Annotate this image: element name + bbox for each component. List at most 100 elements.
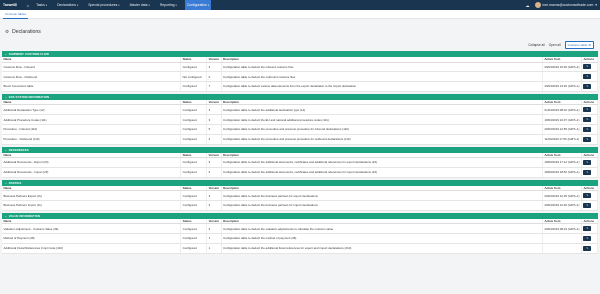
cell-active-from <box>542 233 582 244</box>
nav-reporting[interactable]: Reporting ▾ <box>158 0 179 10</box>
section-title: PARTIES <box>8 180 22 185</box>
cell-description: Configuration table to deduct the inboun… <box>221 62 543 73</box>
cell-active-from: 18/09/2019 18:52 (GMT+1) <box>542 167 582 178</box>
nav-configuration[interactable]: Configuration ▾ <box>184 0 212 10</box>
table-row[interactable]: Procedure - Inbound (110) Configured 5 Conf… <box>2 124 599 135</box>
table-row[interactable]: Additional Documents - Export (23) Config… <box>2 157 599 168</box>
edit-icon[interactable]: ✎ <box>583 126 592 132</box>
edit-icon[interactable]: ✎ <box>583 83 592 89</box>
section-title: SHIPMENT CUSTOMS FLOW <box>8 52 50 56</box>
edit-icon[interactable]: ✎ <box>583 117 592 123</box>
cell-name: Additional Documents - Export (23) <box>2 157 182 168</box>
sections-container: − SHIPMENT CUSTOMS FLOW Name Status Version D… <box>0 51 600 254</box>
cell-version: 3 <box>206 223 222 235</box>
collapse-all-link[interactable]: Collapse all <box>528 43 544 47</box>
cell-name: Business Partners Import (3x) <box>2 200 182 211</box>
table-row[interactable]: Business Partners Import (3x) Configured 3… <box>2 200 599 211</box>
table-row[interactable]: Customs Flow - Outbound Not configured 0 Co… <box>2 71 599 83</box>
edit-icon[interactable]: ✎ <box>583 193 592 199</box>
config-section: − EXS SYSTEM INFORMATION Name Status Version… <box>2 93 599 145</box>
cell-name: Brexit Conversion table <box>2 81 182 92</box>
edit-icon[interactable]: ✎ <box>583 107 592 113</box>
config-table: Name Status Version Description Active from A… <box>2 152 599 178</box>
home-icon[interactable]: ⌂ <box>27 3 29 8</box>
config-table: Name Status Version Description Active from A… <box>2 185 599 211</box>
cell-version: 3 <box>206 62 222 73</box>
cell-version: 1 <box>206 233 222 244</box>
avatar[interactable] <box>534 2 541 8</box>
cell-actions: ✎ <box>581 157 599 168</box>
table-row[interactable]: Additional Documents - Import (23) Config… <box>2 167 599 178</box>
cell-status: Configured <box>180 81 208 92</box>
cell-version: 1 <box>206 243 222 254</box>
cell-active-from <box>542 243 582 254</box>
cell-actions: ✎ <box>581 62 599 73</box>
nav-configuration-label: Configuration <box>186 3 207 7</box>
collapse-icon: − <box>5 147 7 152</box>
table-row[interactable]: Additional Procedure Codes (111) Configur… <box>2 114 599 125</box>
cell-version: 3 <box>206 190 222 201</box>
cell-description: Configuration table to deduct the valuat… <box>221 223 543 235</box>
app-logo[interactable]: TaxwellⅡ <box>3 3 17 7</box>
cell-name: Method of Payment (48) <box>2 233 182 244</box>
user-email[interactable]: tom.manns@customsoftrade.com <box>543 3 594 7</box>
cell-description: Configuration table to deduct various da… <box>221 81 543 92</box>
chevron-down-icon: ▾ <box>118 3 120 7</box>
table-row[interactable]: Valuation Adjustment - Customs Value (49… <box>2 223 599 235</box>
cell-name: Additional Fiscal References Cmpl Code (… <box>2 243 182 254</box>
tab-common-tables[interactable]: Common tables <box>3 10 29 19</box>
toolbar: Collapse all Open all Customs table ⚙ <box>0 41 600 49</box>
edit-icon[interactable]: ✎ <box>583 169 592 175</box>
edit-icon[interactable]: ✎ <box>583 136 592 142</box>
cell-actions: ✎ <box>581 81 599 92</box>
section-title: EXS SYSTEM INFORMATION <box>8 94 50 99</box>
cell-description: Configuration table to deduct the EU and… <box>221 114 543 125</box>
edit-icon[interactable]: ✎ <box>583 159 592 165</box>
config-table: Name Status Version Description Active from A… <box>2 57 599 92</box>
cell-active-from: 18/09/2019 17:12 (GMT+1) <box>542 157 582 168</box>
cell-version: 7 <box>206 81 222 92</box>
customs-table-button[interactable]: Customs table ⚙ <box>564 41 594 49</box>
cell-name: Customs Flow - Outbound <box>2 71 182 83</box>
cloud-icon[interactable]: ☁ <box>526 3 530 8</box>
table-row[interactable]: Additional Fiscal References Cmpl Code (… <box>2 243 599 254</box>
cell-status: Configured <box>180 223 208 235</box>
nav-tasks[interactable]: Tasks ▾ <box>34 0 49 10</box>
edit-icon[interactable]: ✎ <box>583 245 592 251</box>
nav-special-procedures[interactable]: Special procedures ▾ <box>86 0 121 10</box>
table-row[interactable]: Additional Declaration Type (12) Configur… <box>2 104 599 116</box>
cell-status: Configured <box>180 233 208 244</box>
edit-icon[interactable]: ✎ <box>583 74 592 80</box>
cell-name: Customs Flow - Inbound <box>2 62 182 73</box>
section-title: REFERENCES <box>8 147 29 152</box>
cell-name: Additional Procedure Codes (111) <box>2 114 182 125</box>
nav-reporting-label: Reporting <box>159 3 175 7</box>
chevron-down-icon: ▾ <box>208 3 210 7</box>
cell-actions: ✎ <box>581 114 599 125</box>
edit-icon[interactable]: ✎ <box>583 235 592 241</box>
config-section: − REFERENCES Name Status Version Description A… <box>2 146 599 178</box>
gear-icon: ⚙ <box>5 29 10 34</box>
table-row[interactable]: Brexit Conversion table Configured 7 Config… <box>2 81 599 92</box>
table-row[interactable]: Procedure - Outbound (110) Configured 2 Con… <box>2 134 599 145</box>
table-row[interactable]: Business Partners Export (3x) Configured 3… <box>2 190 599 201</box>
config-table: Name Status Version Description Active from A… <box>2 99 599 145</box>
nav-special-procedures-label: Special procedures <box>88 3 118 7</box>
cell-description: Configuration table to deduct the busine… <box>221 200 543 211</box>
config-section: − SHIPMENT CUSTOMS FLOW Name Status Version D… <box>2 51 599 92</box>
cell-status: Configured <box>180 157 208 168</box>
nav-tasks-label: Tasks <box>36 3 45 7</box>
cell-name: Valuation Adjustment - Customs Value (49… <box>2 223 182 235</box>
chevron-down-icon: ▾ <box>76 3 79 7</box>
table-row[interactable]: Customs Flow - Inbound Configured 3 Configu… <box>2 62 599 73</box>
cell-version: 5 <box>206 124 222 135</box>
edit-icon[interactable]: ✎ <box>583 202 592 208</box>
open-all-link[interactable]: Open all <box>549 43 561 47</box>
edit-icon[interactable]: ✎ <box>583 64 592 70</box>
nav-declarations[interactable]: Declarations ▾ <box>55 0 80 10</box>
chevron-down-icon: ▾ <box>148 3 150 7</box>
table-row[interactable]: Method of Payment (48) Configured 1 Configu… <box>2 233 599 244</box>
chevron-down-icon[interactable]: ▾ <box>595 3 597 7</box>
nav-master-data[interactable]: Master data ▾ <box>128 0 152 10</box>
edit-icon[interactable]: ✎ <box>583 226 592 232</box>
